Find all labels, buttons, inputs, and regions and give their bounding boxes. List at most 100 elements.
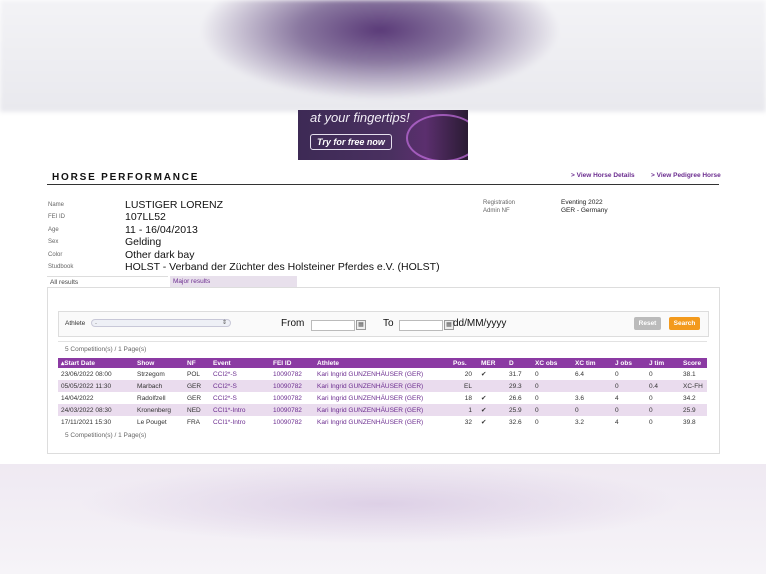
ad-tagline: at your fingertips!: [310, 110, 410, 125]
name-value: LUSTIGER LORENZ: [125, 199, 224, 211]
cell-athlete-link[interactable]: Kari Ingrid GUNZENHÄUSER (GER): [314, 368, 450, 380]
col-athlete[interactable]: Athlete: [314, 358, 450, 368]
athlete-select-value: -: [95, 321, 97, 327]
cell-event-link[interactable]: CCI2*-S: [210, 380, 270, 392]
cell-xc-tim: 3.2: [575, 418, 585, 426]
cell-pos: 20: [464, 370, 472, 378]
cell-score: 38.1: [683, 370, 696, 378]
tab-major-results[interactable]: Major results: [170, 276, 297, 287]
cell-fei-id-link[interactable]: 10090782: [270, 392, 314, 404]
cell-fei-id-link[interactable]: 10090782: [270, 380, 314, 392]
cell-athlete-link[interactable]: Kari Ingrid GUNZENHÄUSER (GER): [314, 416, 450, 428]
cell-event-link[interactable]: CCI2*-S: [210, 368, 270, 380]
col-d[interactable]: D: [506, 358, 532, 368]
cell-fei-id-link[interactable]: 10090782: [270, 404, 314, 416]
cell-d: 31.7: [509, 370, 522, 378]
select-arrows-icon: ⇕: [221, 320, 227, 326]
cell-xc-obs: 0: [532, 380, 572, 392]
cell-xc-tim: 3.6: [575, 394, 585, 402]
from-calendar-icon[interactable]: ▦: [356, 320, 366, 330]
sex-value: Gelding: [125, 236, 162, 248]
col-event[interactable]: Event: [210, 358, 270, 368]
col-xc-obs[interactable]: XC obs: [532, 358, 572, 368]
col-start-date[interactable]: ▴Start Date: [58, 358, 134, 368]
cell-fei-id-link[interactable]: 10090782: [270, 416, 314, 428]
cell-score: 39.8: [683, 418, 696, 426]
col-mer[interactable]: MER: [478, 358, 506, 368]
color-label: Color: [48, 252, 63, 258]
cell-d: 25.9: [506, 404, 532, 416]
cell-event-link[interactable]: CCI1*-Intro: [210, 416, 270, 428]
col-score[interactable]: Score: [680, 358, 707, 368]
cell-start-date: 14/04/2022: [61, 394, 94, 402]
cell-show: Marbach: [134, 380, 184, 392]
cell-d: 32.6: [509, 418, 522, 426]
cell-j-tim: 0.4: [646, 380, 680, 392]
fei-id-label: FEI ID: [48, 214, 66, 220]
color-value: Other dark bay: [125, 249, 195, 261]
from-label: From: [281, 318, 305, 329]
athlete-select[interactable]: - ⇕: [91, 319, 231, 327]
cell-j-obs: 4: [615, 418, 619, 426]
athlete-label: Athlete: [65, 320, 86, 327]
col-xc-tim[interactable]: XC tim: [572, 358, 612, 368]
cell-score: 25.9: [680, 404, 707, 416]
age-label: Age: [48, 227, 59, 233]
registration-label: Registration: [483, 200, 516, 206]
cell-xc-tim: 0: [572, 404, 612, 416]
cell-nf: GER: [184, 380, 210, 392]
results-count-bottom: 5 Competition(s) / 1 Page(s): [65, 432, 147, 439]
cell-athlete-link[interactable]: Kari Ingrid GUNZENHÄUSER (GER): [314, 404, 450, 416]
cell-j-tim: 0: [646, 404, 680, 416]
to-date-input[interactable]: [399, 320, 443, 331]
cell-nf: POL: [187, 370, 201, 378]
blurred-header-image: [0, 0, 766, 112]
cell-fei-id-link[interactable]: 10090782: [270, 368, 314, 380]
cell-nf: GER: [187, 394, 202, 402]
ad-glow-graphic: [406, 114, 468, 160]
cell-pos: 32: [464, 418, 472, 426]
reset-button[interactable]: Reset: [634, 317, 661, 330]
col-fei-id[interactable]: FEI ID: [270, 358, 314, 368]
cell-event-link[interactable]: CCI2*-S: [210, 392, 270, 404]
cell-event-link[interactable]: CCI1*-Intro: [210, 404, 270, 416]
cell-mer-check-icon: ✔: [481, 419, 487, 426]
col-show[interactable]: Show: [134, 358, 184, 368]
name-label: Name: [48, 202, 65, 208]
table-row: 23/06/2022 08:00 Strzegom POL CCI2*-S 10…: [58, 368, 707, 380]
col-j-obs[interactable]: J obs: [612, 358, 646, 368]
view-pedigree-link[interactable]: > View Pedigree Horse: [651, 172, 721, 179]
cell-j-obs: 0: [612, 404, 646, 416]
col-pos[interactable]: Pos.: [450, 358, 478, 368]
search-button[interactable]: Search: [669, 317, 700, 330]
from-date-input[interactable]: [311, 320, 355, 331]
cell-j-tim: 0: [649, 370, 653, 378]
cell-j-obs: 0: [612, 380, 646, 392]
cell-pos: 18: [464, 394, 472, 402]
admin-nf-value: GER - Germany: [561, 207, 608, 214]
table-row: 24/03/2022 08:30 Kronenberg NED CCI1*-In…: [58, 404, 707, 416]
filter-bar: Athlete - ⇕ From ▦ To ▦ dd/MM/yyyy Reset…: [58, 311, 709, 337]
cell-xc-obs: 0: [535, 418, 539, 426]
registration-value: Eventing 2022: [561, 199, 603, 206]
sex-label: Sex: [48, 239, 59, 245]
cell-start-date: 24/03/2022 08:30: [58, 404, 134, 416]
studbook-value: HOLST - Verband der Züchter des Holstein…: [125, 261, 440, 273]
cell-j-tim: 0: [649, 418, 653, 426]
cell-athlete-link[interactable]: Kari Ingrid GUNZENHÄUSER (GER): [314, 380, 450, 392]
cell-d: 29.3: [506, 380, 532, 392]
col-j-tim[interactable]: J tim: [646, 358, 680, 368]
page-title: HORSE PERFORMANCE: [52, 172, 200, 183]
admin-nf-label: Admin NF: [483, 208, 510, 214]
col-nf[interactable]: NF: [184, 358, 210, 368]
advertisement-banner[interactable]: at your fingertips! Try for free now: [298, 110, 468, 160]
cell-start-date: 17/11/2021 15:30: [61, 418, 112, 426]
cell-nf: FRA: [187, 418, 200, 426]
view-horse-details-link[interactable]: > View Horse Details: [571, 172, 635, 179]
cell-athlete-link[interactable]: Kari Ingrid GUNZENHÄUSER (GER): [314, 392, 450, 404]
ad-cta-button[interactable]: Try for free now: [310, 134, 392, 150]
cell-xc-tim: [572, 380, 612, 392]
cell-mer-check-icon: ✔: [481, 371, 487, 378]
cell-show: Le Pouget: [137, 418, 167, 426]
divider: [58, 341, 707, 342]
